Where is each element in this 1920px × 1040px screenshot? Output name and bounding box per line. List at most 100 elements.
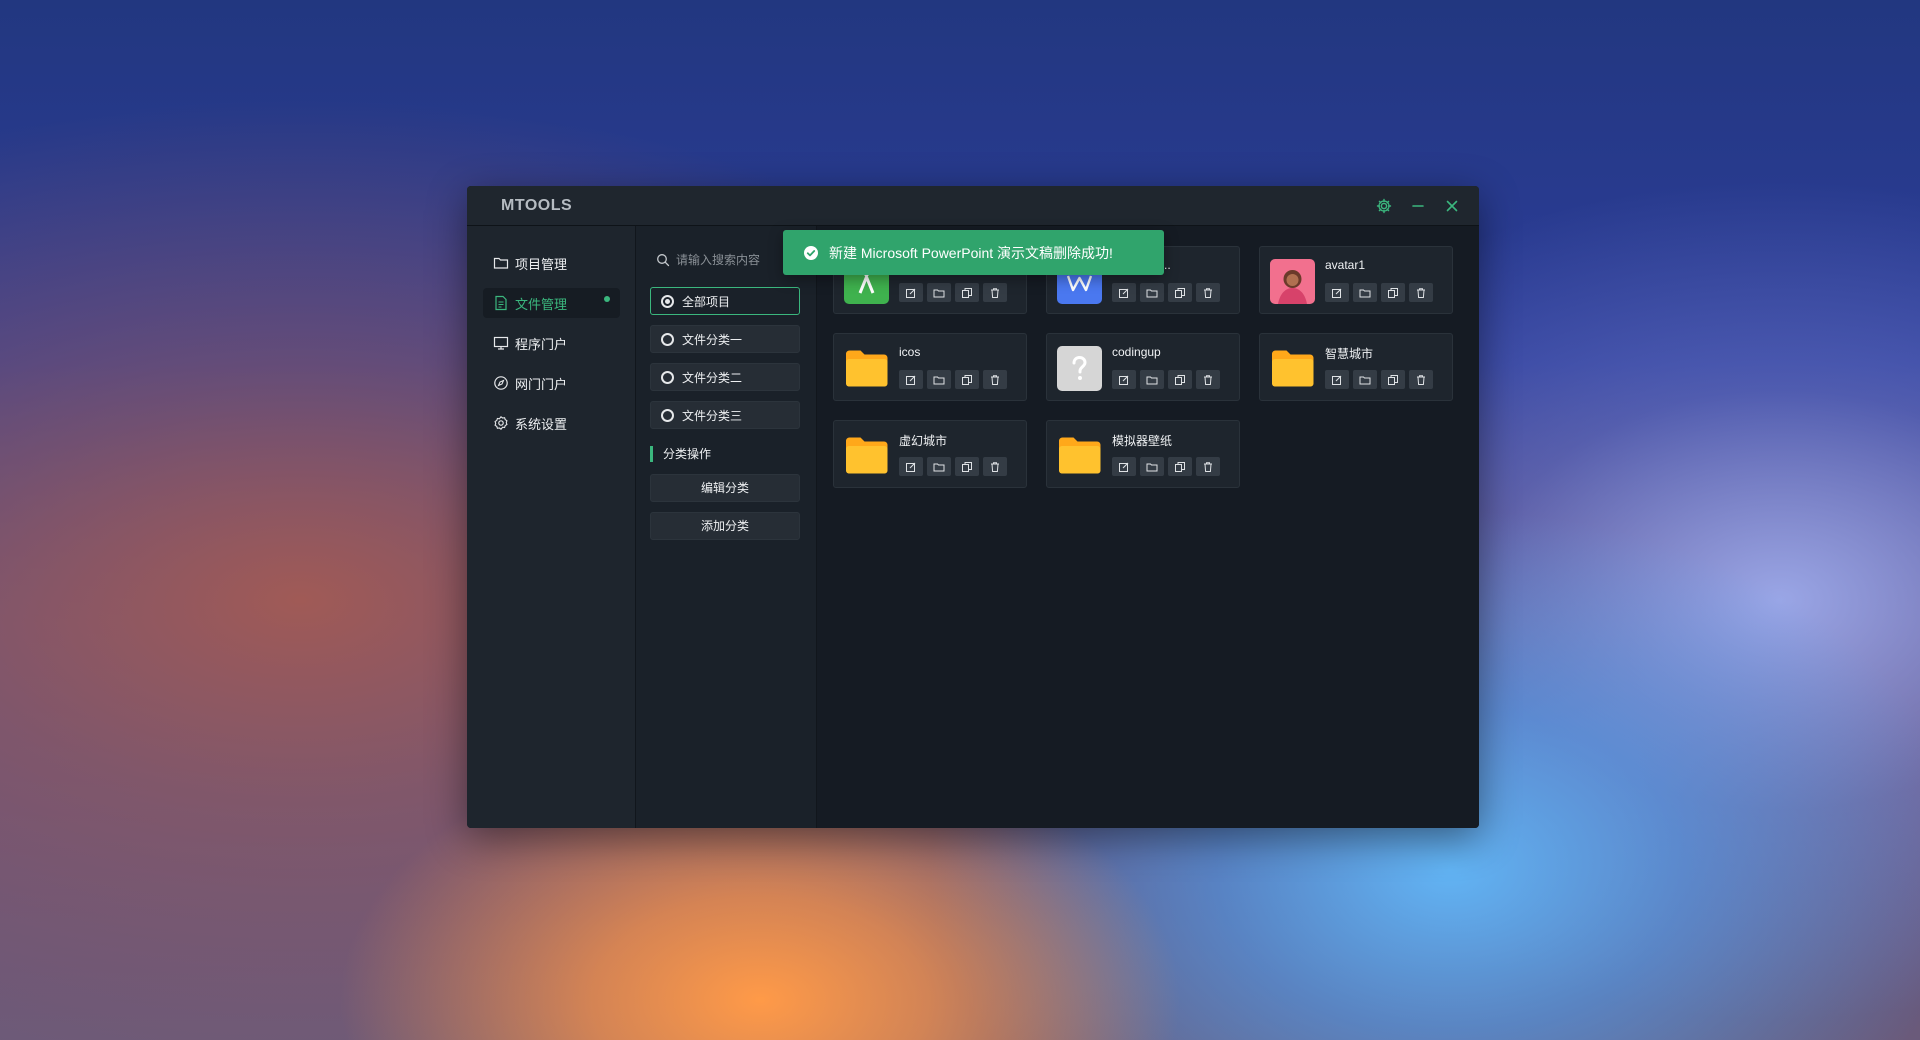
document-icon: [493, 295, 509, 311]
sidebar-item-label: 项目管理: [515, 256, 568, 272]
folder-icon: [493, 255, 509, 271]
card-actions: [1325, 370, 1433, 389]
radio-icon: [661, 408, 674, 422]
file-name: icos: [899, 345, 921, 359]
section-title: 分类操作: [650, 446, 711, 462]
file-grid: Microsoft... avatar1: [817, 226, 1479, 828]
edit-icon[interactable]: [899, 457, 923, 476]
radio-selected-icon: [661, 294, 674, 308]
open-folder-icon[interactable]: [1140, 370, 1164, 389]
delete-icon[interactable]: [983, 370, 1007, 389]
sidebar-item-file-management[interactable]: 文件管理: [483, 288, 620, 318]
sidebar-item-label: 网门门户: [515, 376, 568, 392]
close-icon[interactable]: [1442, 196, 1462, 216]
delete-icon[interactable]: [983, 283, 1007, 302]
copy-icon[interactable]: [1168, 283, 1192, 302]
open-folder-icon[interactable]: [927, 457, 951, 476]
copy-icon[interactable]: [955, 283, 979, 302]
edit-icon[interactable]: [899, 370, 923, 389]
delete-icon[interactable]: [1196, 370, 1220, 389]
sidebar-item-program-portal[interactable]: 程序门户: [483, 328, 620, 358]
card-actions: [899, 370, 1007, 389]
sidebar-item-label: 系统设置: [515, 416, 568, 432]
copy-icon[interactable]: [1168, 457, 1192, 476]
file-card[interactable]: icos: [833, 333, 1027, 401]
file-card[interactable]: 模拟器壁纸: [1046, 420, 1240, 488]
category-label: 文件分类一: [682, 332, 743, 347]
edit-category-button[interactable]: 编辑分类: [650, 474, 800, 502]
card-actions: [1325, 283, 1433, 302]
minimize-icon[interactable]: [1408, 196, 1428, 216]
card-actions: [899, 457, 1007, 476]
open-folder-icon[interactable]: [927, 370, 951, 389]
category-1[interactable]: 文件分类一: [650, 325, 800, 353]
file-card[interactable]: 虚幻城市: [833, 420, 1027, 488]
gear-icon[interactable]: [1374, 196, 1394, 216]
file-name: 智慧城市: [1325, 347, 1374, 361]
category-label: 文件分类三: [682, 408, 743, 423]
copy-icon[interactable]: [1381, 283, 1405, 302]
copy-icon[interactable]: [1381, 370, 1405, 389]
radio-icon: [661, 370, 674, 384]
category-3[interactable]: 文件分类三: [650, 401, 800, 429]
unknown-file-icon: [1057, 346, 1102, 391]
delete-icon[interactable]: [1409, 283, 1433, 302]
edit-icon[interactable]: [1325, 283, 1349, 302]
delete-icon[interactable]: [1409, 370, 1433, 389]
monitor-icon: [493, 335, 509, 351]
edit-icon[interactable]: [1112, 283, 1136, 302]
delete-icon[interactable]: [1196, 457, 1220, 476]
file-card[interactable]: avatar1: [1259, 246, 1453, 314]
card-actions: [1112, 457, 1220, 476]
sidebar-item-label: 文件管理: [515, 296, 568, 312]
edit-icon[interactable]: [1112, 370, 1136, 389]
titlebar[interactable]: MTOOLS: [467, 186, 1479, 226]
edit-icon[interactable]: [1112, 457, 1136, 476]
sidebar-item-system-settings[interactable]: 系统设置: [483, 408, 620, 438]
category-panel: 全部项目 文件分类一 文件分类二 文件分类三 分类操作 编辑分类 添加分类: [636, 226, 817, 828]
toast-message: 新建 Microsoft PowerPoint 演示文稿删除成功!: [829, 244, 1113, 261]
avatar-image: [1270, 259, 1315, 304]
file-card[interactable]: codingup: [1046, 333, 1240, 401]
search-icon: [657, 254, 670, 267]
edit-icon[interactable]: [899, 283, 923, 302]
app-title: MTOOLS: [501, 197, 573, 214]
check-circle-icon: [803, 245, 819, 261]
success-toast: 新建 Microsoft PowerPoint 演示文稿删除成功!: [783, 230, 1164, 275]
folder-icon: [844, 346, 889, 391]
category-label: 全部项目: [682, 294, 731, 309]
folder-icon: [844, 433, 889, 478]
file-name: avatar1: [1325, 258, 1366, 272]
delete-icon[interactable]: [1196, 283, 1220, 302]
file-card[interactable]: 智慧城市: [1259, 333, 1453, 401]
delete-icon[interactable]: [983, 457, 1007, 476]
compass-icon: [493, 375, 509, 391]
add-category-button[interactable]: 添加分类: [650, 512, 800, 540]
open-folder-icon[interactable]: [1140, 283, 1164, 302]
card-actions: [1112, 370, 1220, 389]
open-folder-icon[interactable]: [927, 283, 951, 302]
copy-icon[interactable]: [1168, 370, 1192, 389]
open-folder-icon[interactable]: [1353, 283, 1377, 302]
open-folder-icon[interactable]: [1353, 370, 1377, 389]
sidebar-item-label: 程序门户: [515, 336, 568, 352]
folder-icon: [1057, 433, 1102, 478]
search-input[interactable]: [676, 253, 794, 267]
active-indicator-dot: [604, 296, 610, 302]
search-box[interactable]: [650, 246, 800, 274]
app-window: MTOOLS 项目管理 文件管理 程序门户 网门门户 系统设置 请输入搜索内容 …: [467, 186, 1479, 828]
file-name: codingup: [1112, 345, 1161, 359]
open-folder-icon[interactable]: [1140, 457, 1164, 476]
card-actions: [899, 283, 1007, 302]
radio-icon: [661, 332, 674, 346]
edit-icon[interactable]: [1325, 370, 1349, 389]
copy-icon[interactable]: [955, 457, 979, 476]
sidebar-item-web-portal[interactable]: 网门门户: [483, 368, 620, 398]
category-label: 文件分类二: [682, 370, 743, 385]
copy-icon[interactable]: [955, 370, 979, 389]
file-name: 模拟器壁纸: [1112, 434, 1173, 448]
category-all[interactable]: 全部项目: [650, 287, 800, 315]
category-2[interactable]: 文件分类二: [650, 363, 800, 391]
sidebar-item-project-management[interactable]: 项目管理: [483, 248, 620, 278]
folder-icon: [1270, 346, 1315, 391]
